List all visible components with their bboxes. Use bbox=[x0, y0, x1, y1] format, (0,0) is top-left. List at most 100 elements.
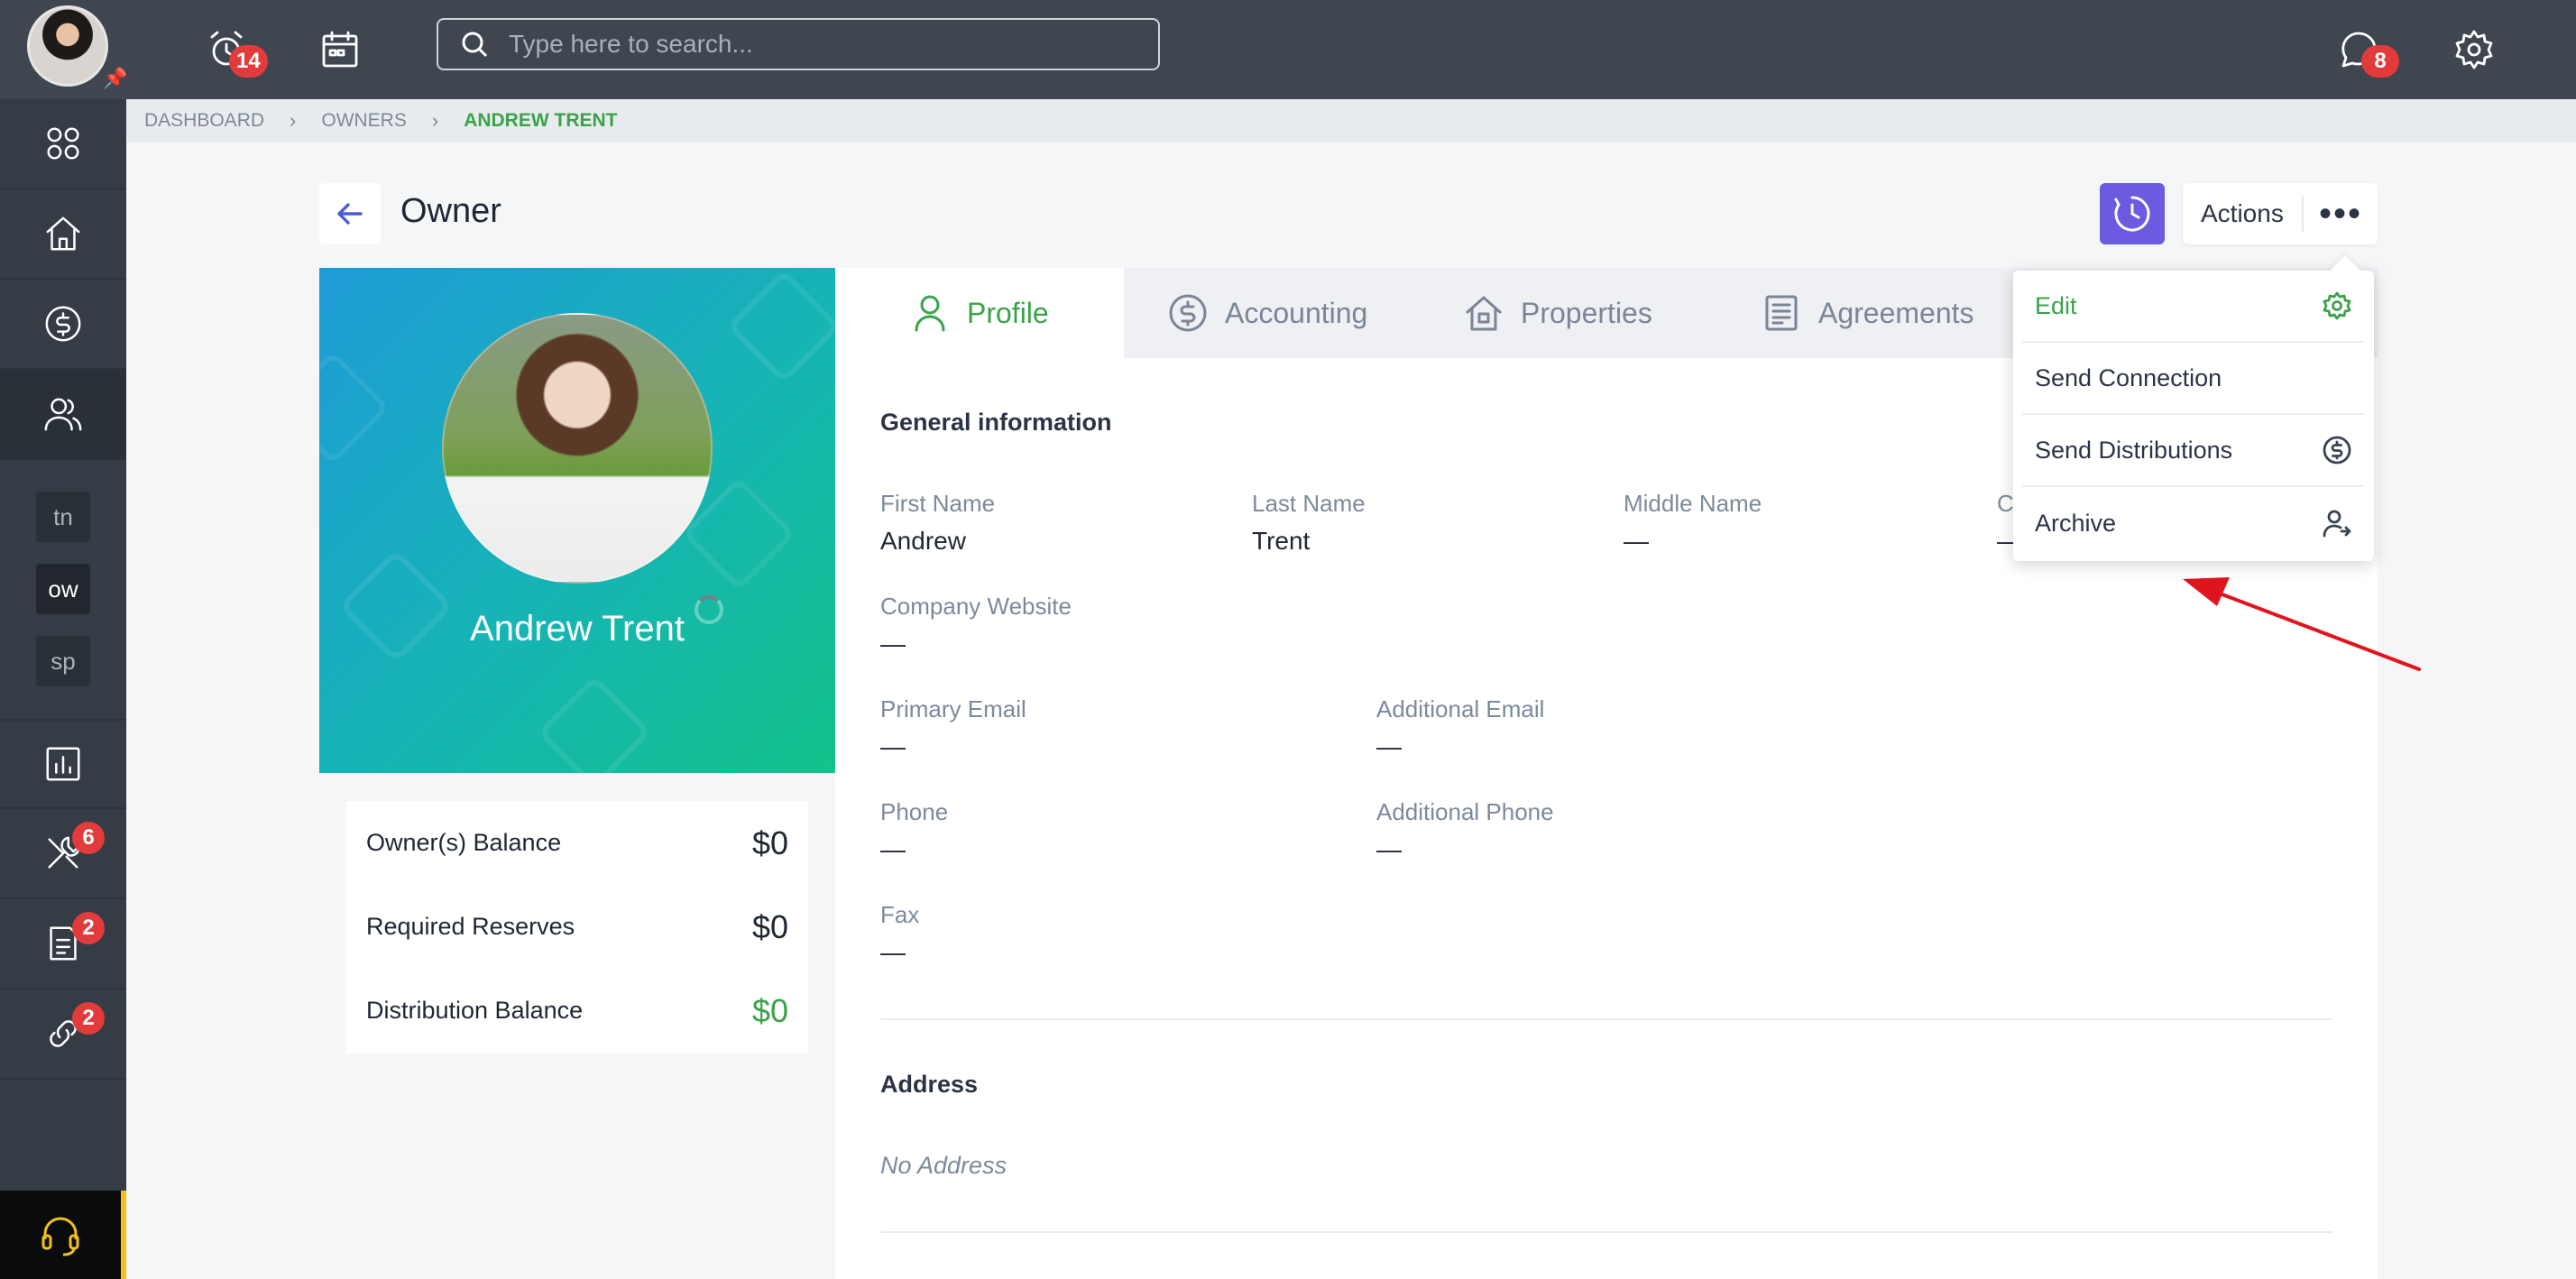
support-button[interactable] bbox=[0, 1191, 126, 1279]
field-label: Phone bbox=[880, 798, 949, 825]
house-icon bbox=[1466, 296, 1502, 331]
maintenance-badge: 6 bbox=[72, 822, 105, 854]
arrow-left-icon bbox=[337, 203, 363, 225]
search-box[interactable] bbox=[437, 18, 1160, 70]
field-value: — bbox=[880, 835, 906, 863]
actions-button[interactable]: Actions ••• bbox=[2183, 183, 2378, 244]
top-bar: 14 8 bbox=[126, 0, 2576, 99]
settings-button[interactable] bbox=[2443, 18, 2506, 81]
back-button[interactable] bbox=[319, 183, 381, 244]
menu-item-label: Send Distributions bbox=[2035, 436, 2233, 464]
clock-chat-icon bbox=[2114, 196, 2150, 232]
fax-field: Fax — bbox=[880, 901, 919, 967]
calendar-icon bbox=[322, 31, 358, 68]
dollar-circle-icon bbox=[45, 306, 81, 342]
chat-button[interactable]: 8 bbox=[2327, 18, 2399, 81]
menu-item-send-distributions[interactable]: Send Distributions bbox=[2022, 415, 2365, 487]
chat-badge: 8 bbox=[2361, 45, 2399, 78]
sidebar-abbr-ow[interactable]: ow bbox=[36, 564, 90, 614]
decorative-pattern bbox=[319, 350, 391, 465]
field-value: — bbox=[1376, 732, 1402, 760]
tab-accounting[interactable]: Accounting bbox=[1124, 268, 1411, 358]
search-icon bbox=[462, 32, 488, 58]
dollar-circle-icon bbox=[1169, 294, 1207, 332]
phone-field: Phone — bbox=[880, 798, 948, 864]
field-label: Primary Email bbox=[880, 695, 1026, 722]
breadcrumb-owners[interactable]: OWNERS bbox=[321, 110, 407, 132]
sidebar-item-apps[interactable] bbox=[0, 99, 126, 189]
field-label: First Name bbox=[880, 490, 996, 517]
breadcrumb-current: ANDREW TRENT bbox=[464, 110, 618, 131]
menu-item-edit[interactable]: Edit bbox=[2022, 271, 2365, 343]
tab-properties[interactable]: Properties bbox=[1420, 268, 1696, 358]
dollar-circle-icon bbox=[2323, 436, 2351, 465]
decorative-pattern bbox=[537, 675, 652, 773]
field-label: Middle Name bbox=[1624, 490, 1762, 517]
field-label: Last Name bbox=[1252, 490, 1366, 517]
breadcrumb-dashboard[interactable]: DASHBOARD bbox=[144, 110, 264, 132]
field-label: Additional Phone bbox=[1376, 798, 1554, 825]
balance-label: Owner(s) Balance bbox=[366, 829, 562, 856]
sidebar-item-maintenance[interactable]: 6 bbox=[0, 809, 126, 899]
gear-icon bbox=[2455, 30, 2493, 69]
field-value: — bbox=[880, 732, 906, 760]
apps-grid-icon bbox=[47, 127, 79, 160]
alarm-button[interactable]: 14 bbox=[195, 18, 268, 81]
menu-item-label: Archive bbox=[2035, 509, 2117, 537]
user-avatar-area: 📌 bbox=[0, 0, 127, 99]
address-title: Address bbox=[880, 1071, 979, 1098]
search-input[interactable] bbox=[509, 30, 1140, 59]
sidebar-item-people[interactable] bbox=[0, 370, 126, 460]
more-dots-icon[interactable]: ••• bbox=[2304, 196, 2378, 232]
history-button[interactable] bbox=[2100, 183, 2165, 244]
menu-item-archive[interactable]: Archive bbox=[2022, 487, 2365, 559]
sidebar-item-accounting[interactable] bbox=[0, 280, 126, 370]
sidebar-abbr-tn[interactable]: tn bbox=[36, 492, 90, 542]
actions-label: Actions bbox=[2183, 196, 2304, 232]
tab-label: Profile bbox=[967, 296, 1049, 329]
breadcrumb: DASHBOARD › OWNERS › ANDREW TRENT bbox=[126, 99, 2576, 143]
balance-value: $0 bbox=[751, 824, 788, 861]
calendar-button[interactable] bbox=[308, 18, 372, 81]
sidebar-item-home[interactable] bbox=[0, 189, 126, 280]
documents-badge: 2 bbox=[72, 912, 105, 944]
actions-dropdown-menu: Edit Send Connection Send Distributions … bbox=[2013, 271, 2374, 561]
bar-chart-icon bbox=[46, 747, 80, 781]
gear-icon bbox=[2323, 291, 2351, 320]
sidebar-item-links[interactable]: 2 bbox=[0, 989, 126, 1080]
balance-row: Required Reserves $0 bbox=[366, 885, 788, 969]
field-value: — bbox=[1376, 835, 1402, 863]
chevron-right-icon: › bbox=[431, 109, 439, 132]
section-divider bbox=[880, 1018, 2332, 1020]
balance-value: $0 bbox=[751, 907, 788, 945]
balance-label: Required Reserves bbox=[366, 913, 575, 940]
home-icon bbox=[46, 216, 80, 251]
general-info-title: General information bbox=[880, 409, 1112, 436]
balance-label: Distribution Balance bbox=[366, 997, 584, 1024]
pin-icon[interactable]: 📌 bbox=[103, 67, 127, 90]
sidebar-item-reports[interactable] bbox=[0, 719, 126, 809]
additional-phone-field: Additional Phone — bbox=[1376, 798, 1554, 864]
agreement-document-icon bbox=[1765, 295, 1798, 331]
user-archive-icon bbox=[2323, 510, 2351, 538]
field-value: — bbox=[1624, 527, 1649, 555]
menu-item-label: Send Connection bbox=[2035, 363, 2222, 391]
tab-label: Properties bbox=[1521, 296, 1652, 329]
sidebar-abbr-sp[interactable]: sp bbox=[36, 636, 90, 686]
tab-agreements[interactable]: Agreements bbox=[1717, 268, 2018, 358]
profile-name: Andrew Trent bbox=[470, 609, 685, 649]
primary-email-field: Primary Email — bbox=[880, 695, 1026, 761]
additional-email-field: Additional Email — bbox=[1376, 695, 1544, 761]
user-icon bbox=[915, 295, 945, 332]
profile-photo[interactable] bbox=[442, 313, 713, 584]
menu-item-send-connection[interactable]: Send Connection bbox=[2022, 343, 2365, 415]
field-label: Additional Email bbox=[1376, 695, 1545, 722]
tab-profile[interactable]: Profile bbox=[835, 268, 1124, 358]
field-value: — bbox=[880, 630, 906, 658]
sidebar-item-documents[interactable]: 2 bbox=[0, 899, 126, 989]
balance-row: Owner(s) Balance $0 bbox=[366, 801, 788, 885]
field-label: Fax bbox=[880, 901, 920, 928]
user-avatar[interactable] bbox=[27, 5, 108, 87]
alarm-badge: 14 bbox=[229, 45, 268, 78]
decorative-pattern bbox=[726, 269, 835, 384]
